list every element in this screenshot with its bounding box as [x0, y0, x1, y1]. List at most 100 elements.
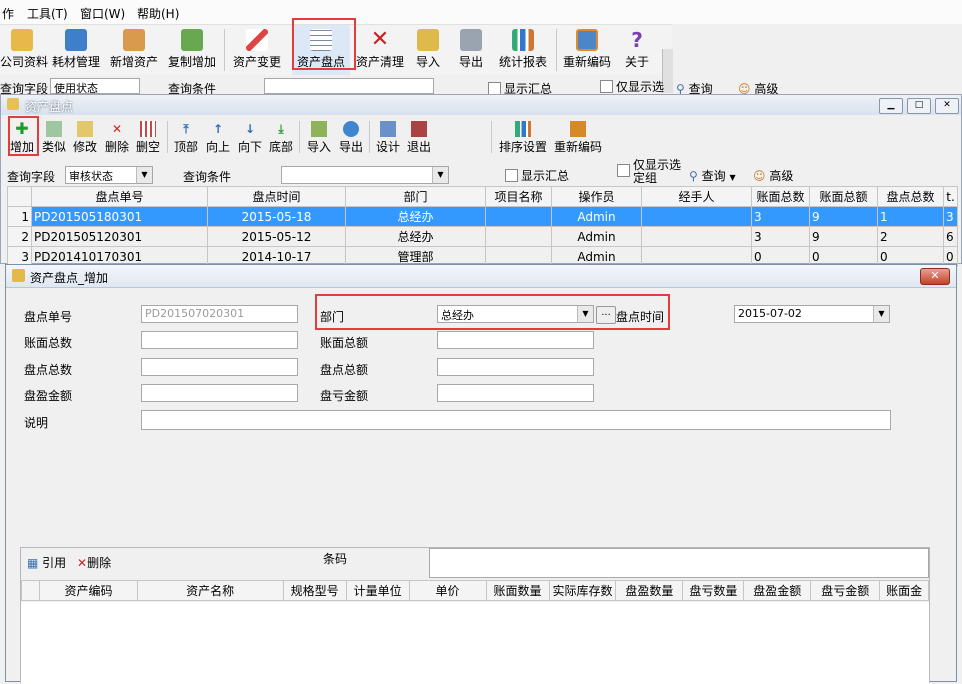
column-header[interactable]: 盘盈数量: [615, 580, 684, 601]
check-count-field[interactable]: [141, 358, 298, 376]
report-button[interactable]: 统计报表: [496, 25, 550, 75]
column-header[interactable]: 盘盈金额: [743, 580, 812, 601]
asset-change-label: 资产变更: [232, 55, 281, 69]
cell-dept: 总经办: [345, 206, 486, 227]
check-amount-field[interactable]: [437, 358, 594, 376]
inner-export-button[interactable]: 导出: [337, 119, 365, 155]
move-up-button[interactable]: ↑ 向上: [204, 119, 232, 155]
column-header[interactable]: 盘点时间: [207, 186, 346, 207]
close-window-button[interactable]: ✕: [935, 98, 959, 114]
column-header[interactable]: 账面总数: [751, 186, 810, 207]
import-button[interactable]: 导入: [412, 25, 444, 75]
show-summary-checkbox[interactable]: 显示汇总: [505, 167, 569, 184]
chevron-down-icon: ▼: [432, 167, 448, 183]
import-box-icon: [311, 121, 327, 137]
column-header[interactable]: 实际库存数: [548, 580, 617, 601]
column-header[interactable]: 资产名称: [136, 580, 284, 601]
column-header[interactable]: 单价: [408, 580, 487, 601]
column-header[interactable]: 盘点总数: [877, 186, 944, 207]
menu-tools[interactable]: 工具(T): [27, 5, 68, 22]
consumables-button[interactable]: 耗材管理: [50, 25, 102, 75]
cell-book-count: 3: [751, 206, 810, 227]
query-cond-input[interactable]: ▼: [281, 166, 449, 184]
column-header[interactable]: 账面数量: [485, 580, 550, 601]
table-row[interactable]: 1 PD201505180301 2015-05-18 总经办 Admin 3 …: [7, 206, 958, 227]
move-up-label: 向上: [205, 140, 230, 154]
column-header[interactable]: 账面金: [879, 580, 929, 601]
column-header[interactable]: 盘亏金额: [810, 580, 881, 601]
export-label: 导出: [458, 55, 483, 69]
advanced-button[interactable]: ☺ 高级: [753, 167, 793, 184]
bar-chart-icon: [515, 121, 531, 137]
check-date-picker[interactable]: 2015-07-02 ▼: [734, 305, 890, 323]
book-amount-field[interactable]: [437, 331, 594, 349]
arrow-up-icon: ↑: [212, 122, 224, 136]
similar-button[interactable]: 类似: [41, 119, 67, 155]
order-no-field[interactable]: PD201507020301: [141, 305, 298, 323]
design-button[interactable]: 设计: [374, 119, 402, 155]
bg-query-cond-input[interactable]: [264, 78, 434, 94]
menu-window[interactable]: 窗口(W): [80, 5, 125, 22]
menu-file[interactable]: 作: [2, 5, 14, 22]
loss-amount-field[interactable]: [437, 384, 594, 402]
checkbox-icon: [617, 164, 630, 177]
query-field-value: 审核状态: [69, 170, 113, 183]
move-top-button[interactable]: ⤒ 顶部: [172, 119, 200, 155]
column-header[interactable]: 盘点单号: [31, 186, 208, 207]
minimize-button[interactable]: ▁: [879, 98, 903, 114]
clear-all-button[interactable]: 删空: [134, 119, 162, 155]
advanced-label: 高级: [769, 169, 794, 183]
inner-export-label: 导出: [338, 140, 363, 154]
move-bottom-button[interactable]: ⤓ 底部: [267, 119, 295, 155]
query-button[interactable]: ⚲ 查询 ▼: [689, 167, 736, 184]
asset-check-toolbar: ✚ 增加 类似 修改 ✕ 删除 删空 ⤒ 顶部 ↑ 向上 ↓ 向下 ⤓ 底部 导入 导出 设…: [1, 116, 961, 157]
sort-settings-button[interactable]: 排序设置: [497, 119, 549, 155]
asset-clear-button[interactable]: ✕ 资产清理: [354, 25, 406, 75]
column-header[interactable]: 部门: [345, 186, 486, 207]
move-down-button[interactable]: ↓ 向下: [236, 119, 264, 155]
only-selected-checkbox[interactable]: 仅显示选 定组: [617, 159, 681, 185]
bg-query-field-select[interactable]: 使用状态: [50, 78, 140, 95]
note-field[interactable]: [141, 410, 891, 430]
inner-recode-button[interactable]: 重新编码: [553, 119, 603, 155]
about-button[interactable]: ? 关于: [622, 25, 652, 75]
export-button[interactable]: 导出: [455, 25, 487, 75]
menu-help[interactable]: 帮助(H): [137, 5, 179, 22]
surplus-amount-label: 盘盈金额: [24, 389, 73, 403]
bg-only-selected[interactable]: 仅显示选: [600, 78, 664, 95]
barcode-input[interactable]: [429, 548, 929, 578]
delete-button[interactable]: ✕ 删除: [103, 119, 131, 155]
company-info-button[interactable]: 公司资料: [0, 25, 48, 75]
table-row[interactable]: 2 PD201505120301 2015-05-12 总经办 Admin 3 …: [7, 226, 958, 247]
column-header[interactable]: 资产编码: [39, 580, 138, 601]
column-header[interactable]: 操作员: [551, 186, 642, 207]
edit-button[interactable]: 修改: [71, 119, 99, 155]
reference-button[interactable]: ▦ 引用: [27, 554, 66, 571]
cell-handler: [641, 226, 752, 247]
column-header[interactable]: 经手人: [641, 186, 752, 207]
book-count-field[interactable]: [141, 331, 298, 349]
inner-import-label: 导入: [306, 140, 331, 154]
clear-grid-icon: [140, 121, 156, 137]
column-header[interactable]: 项目名称: [485, 186, 552, 207]
arrow-top-icon: ⤒: [183, 122, 189, 136]
new-asset-button[interactable]: 新增资产: [108, 25, 160, 75]
maximize-button[interactable]: □: [907, 98, 931, 114]
copy-add-button[interactable]: 复制增加: [166, 25, 218, 75]
detail-delete-button[interactable]: ✕删除: [77, 554, 111, 571]
copy-add-icon: [181, 29, 203, 51]
column-header[interactable]: t.: [943, 186, 958, 207]
dialog-close-button[interactable]: ✕: [920, 268, 950, 285]
exit-button[interactable]: 退出: [405, 119, 433, 155]
column-header[interactable]: 规格型号: [282, 580, 347, 601]
report-label: 统计报表: [498, 55, 547, 69]
column-header[interactable]: 盘亏数量: [682, 580, 745, 601]
inner-import-button[interactable]: 导入: [305, 119, 333, 155]
column-header[interactable]: 计量单位: [345, 580, 410, 601]
detail-table-body[interactable]: [21, 602, 929, 684]
surplus-amount-field[interactable]: [141, 384, 298, 402]
recode-button[interactable]: 重新编码: [560, 25, 614, 75]
query-field-select[interactable]: 审核状态 ▼: [65, 166, 153, 184]
column-header[interactable]: 账面总额: [809, 186, 878, 207]
asset-change-button[interactable]: 资产变更: [230, 25, 284, 75]
